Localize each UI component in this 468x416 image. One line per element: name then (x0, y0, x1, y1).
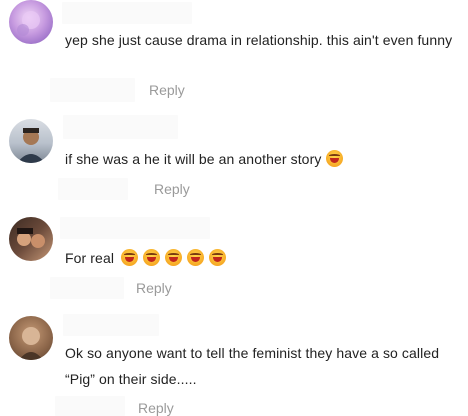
timestamp-redacted (50, 277, 124, 299)
comment-item: For real Reply (0, 210, 468, 310)
comment-text: yep she just cause drama in relationship… (65, 32, 453, 48)
avatar[interactable] (9, 217, 53, 261)
reply-button[interactable]: Reply (138, 400, 174, 416)
username-redacted (60, 217, 210, 239)
avatar[interactable] (9, 316, 53, 360)
reply-button[interactable]: Reply (149, 82, 185, 98)
comment-item: yep she just cause drama in relationship… (0, 0, 468, 110)
avatar-image (17, 128, 45, 163)
username-redacted (63, 115, 178, 139)
avatar-image (17, 228, 45, 248)
comment-text: if she was a he it will be an another st… (65, 146, 465, 172)
timestamp-redacted (50, 78, 135, 102)
reply-button[interactable]: Reply (136, 280, 172, 296)
avatar[interactable] (9, 0, 53, 44)
comment-item: if she was a he it will be an another st… (0, 110, 468, 210)
laughing-tears-icon (165, 249, 183, 266)
reply-button[interactable]: Reply (154, 181, 190, 197)
comment-item: Ok so anyone want to tell the feminist t… (0, 310, 468, 416)
laughing-tears-icon (326, 150, 344, 167)
laughing-tears-icon (121, 249, 139, 266)
comment-text: For real (65, 245, 465, 271)
username-redacted (62, 2, 192, 24)
username-redacted (63, 314, 159, 336)
laughing-tears-icon (187, 249, 205, 266)
timestamp-redacted (58, 178, 128, 200)
comment-text: Ok so anyone want to tell the feminist t… (65, 345, 440, 387)
laughing-tears-icon (143, 249, 161, 266)
avatar[interactable] (9, 119, 53, 163)
avatar-image (17, 11, 40, 36)
laughing-tears-icon (209, 249, 227, 266)
avatar-image (19, 327, 43, 360)
timestamp-redacted (55, 396, 125, 416)
